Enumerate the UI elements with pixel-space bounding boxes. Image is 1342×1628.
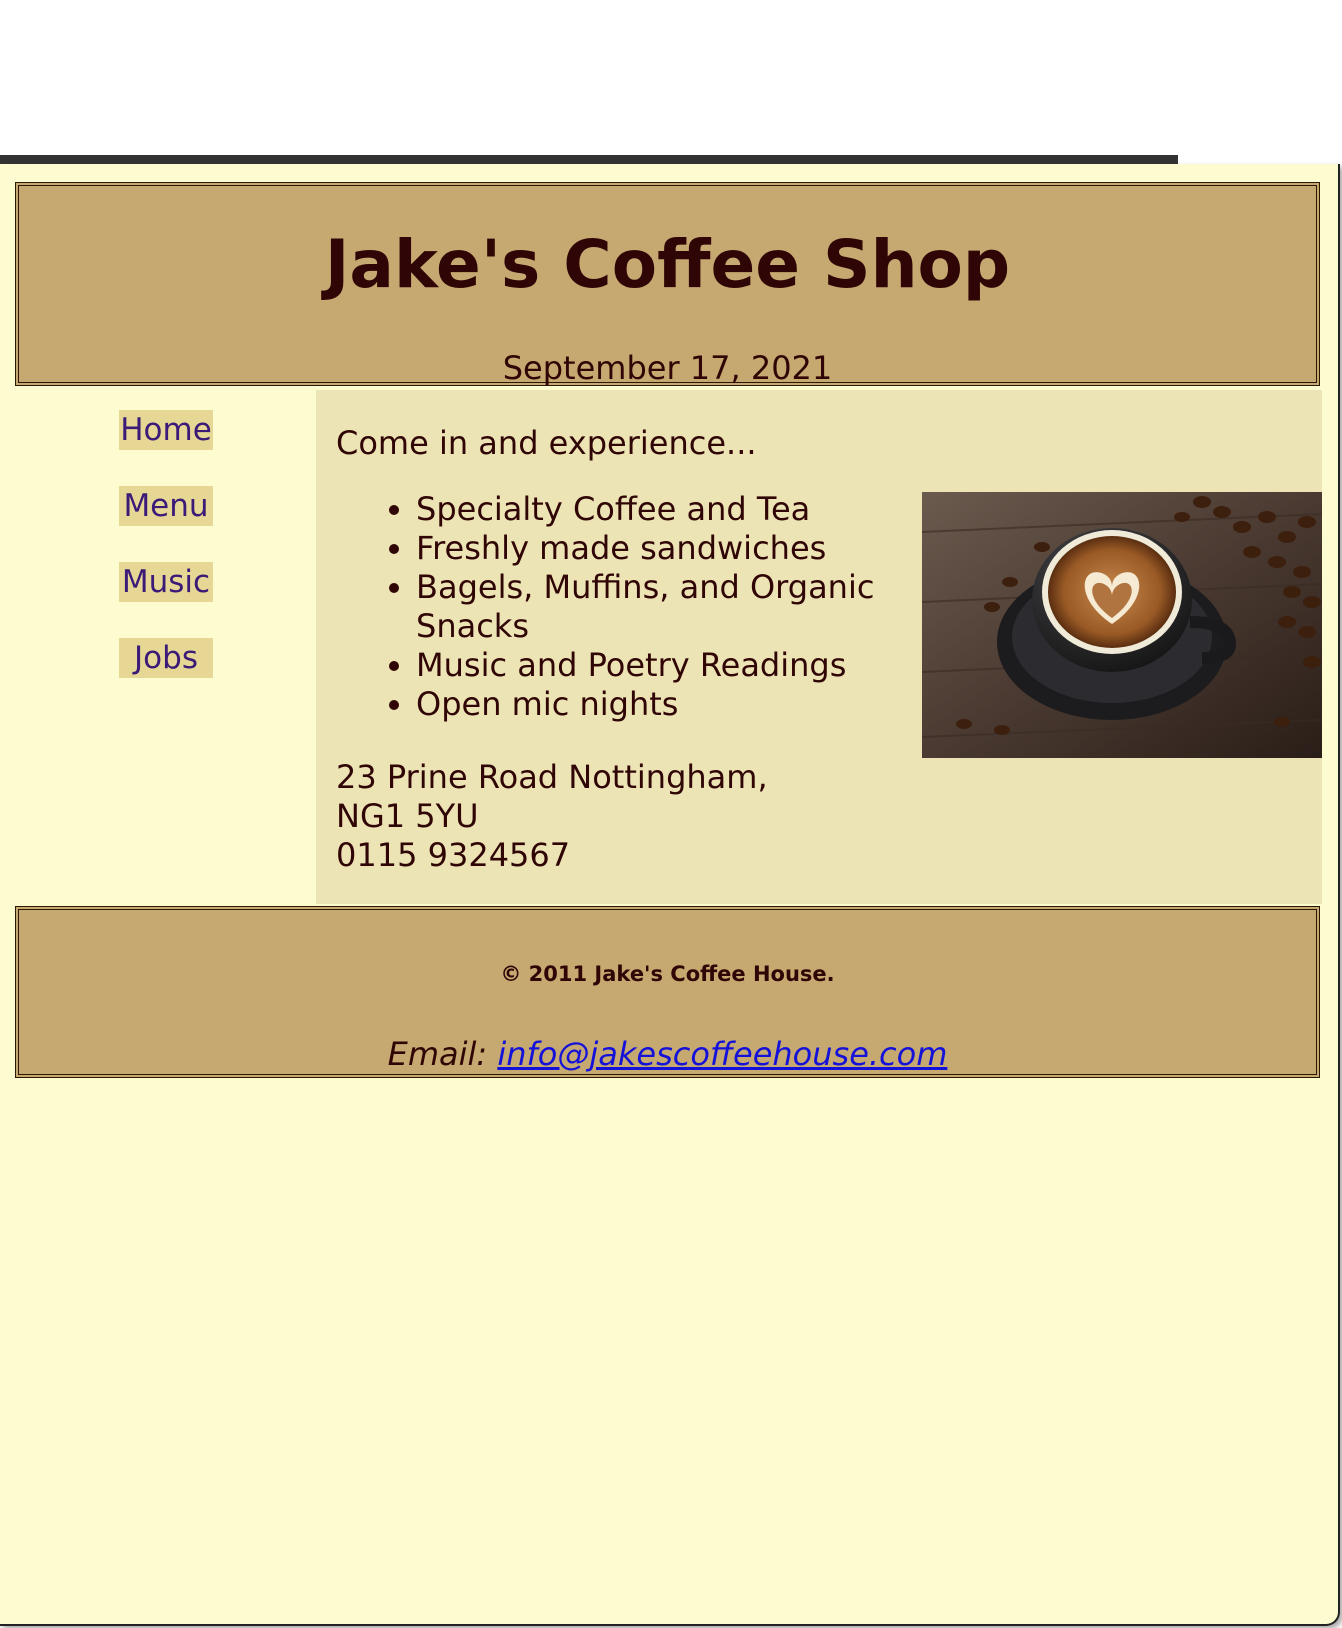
sidebar-nav: Home Menu Music Jobs (15, 390, 315, 904)
email-line: Email: info@jakescoffeehouse.com (19, 1038, 1316, 1070)
current-date: September 17, 2021 (502, 349, 833, 387)
site-header: Jake's Coffee Shop September 17, 2021 (15, 182, 1320, 386)
copyright-text: © 2011 Jake's Coffee House. (500, 962, 835, 986)
nav-item-music[interactable]: Music (119, 562, 213, 602)
coffee-cup-photo (922, 492, 1322, 758)
nav-item-jobs[interactable]: Jobs (119, 638, 213, 678)
list-item: Bagels, Muffins, and Organic Snacks (416, 568, 901, 646)
list-item: Music and Poetry Readings (416, 646, 901, 685)
nav-item-home[interactable]: Home (119, 410, 213, 450)
screenshot-stage: Jake's Coffee Shop September 17, 2021 Ho… (0, 0, 1342, 1628)
address-line: 23 Prine Road Nottingham, (336, 758, 768, 796)
list-item: Specialty Coffee and Tea (416, 490, 901, 529)
list-item: Open mic nights (416, 685, 901, 724)
browser-window: Jake's Coffee Shop September 17, 2021 Ho… (0, 164, 1340, 1626)
main-content: Come in and experience... Specialty Coff… (316, 390, 1322, 904)
site-title: Jake's Coffee Shop (324, 226, 1011, 303)
site-footer: © 2011 Jake's Coffee House. Email: info@… (15, 906, 1320, 1078)
email-link[interactable]: info@jakescoffeehouse.com (497, 1035, 947, 1073)
intro-text: Come in and experience... (336, 424, 757, 462)
email-label: Email: (387, 1035, 488, 1073)
nav-item-menu[interactable]: Menu (119, 486, 213, 526)
features-list: Specialty Coffee and Tea Freshly made sa… (336, 490, 901, 724)
phone-number: 0115 9324567 (336, 836, 571, 874)
address-block: 23 Prine Road Nottingham, NG1 5YU 0115 9… (336, 758, 768, 875)
postcode: NG1 5YU (336, 797, 479, 835)
window-top-edge (0, 155, 1178, 164)
list-item: Freshly made sandwiches (416, 529, 901, 568)
